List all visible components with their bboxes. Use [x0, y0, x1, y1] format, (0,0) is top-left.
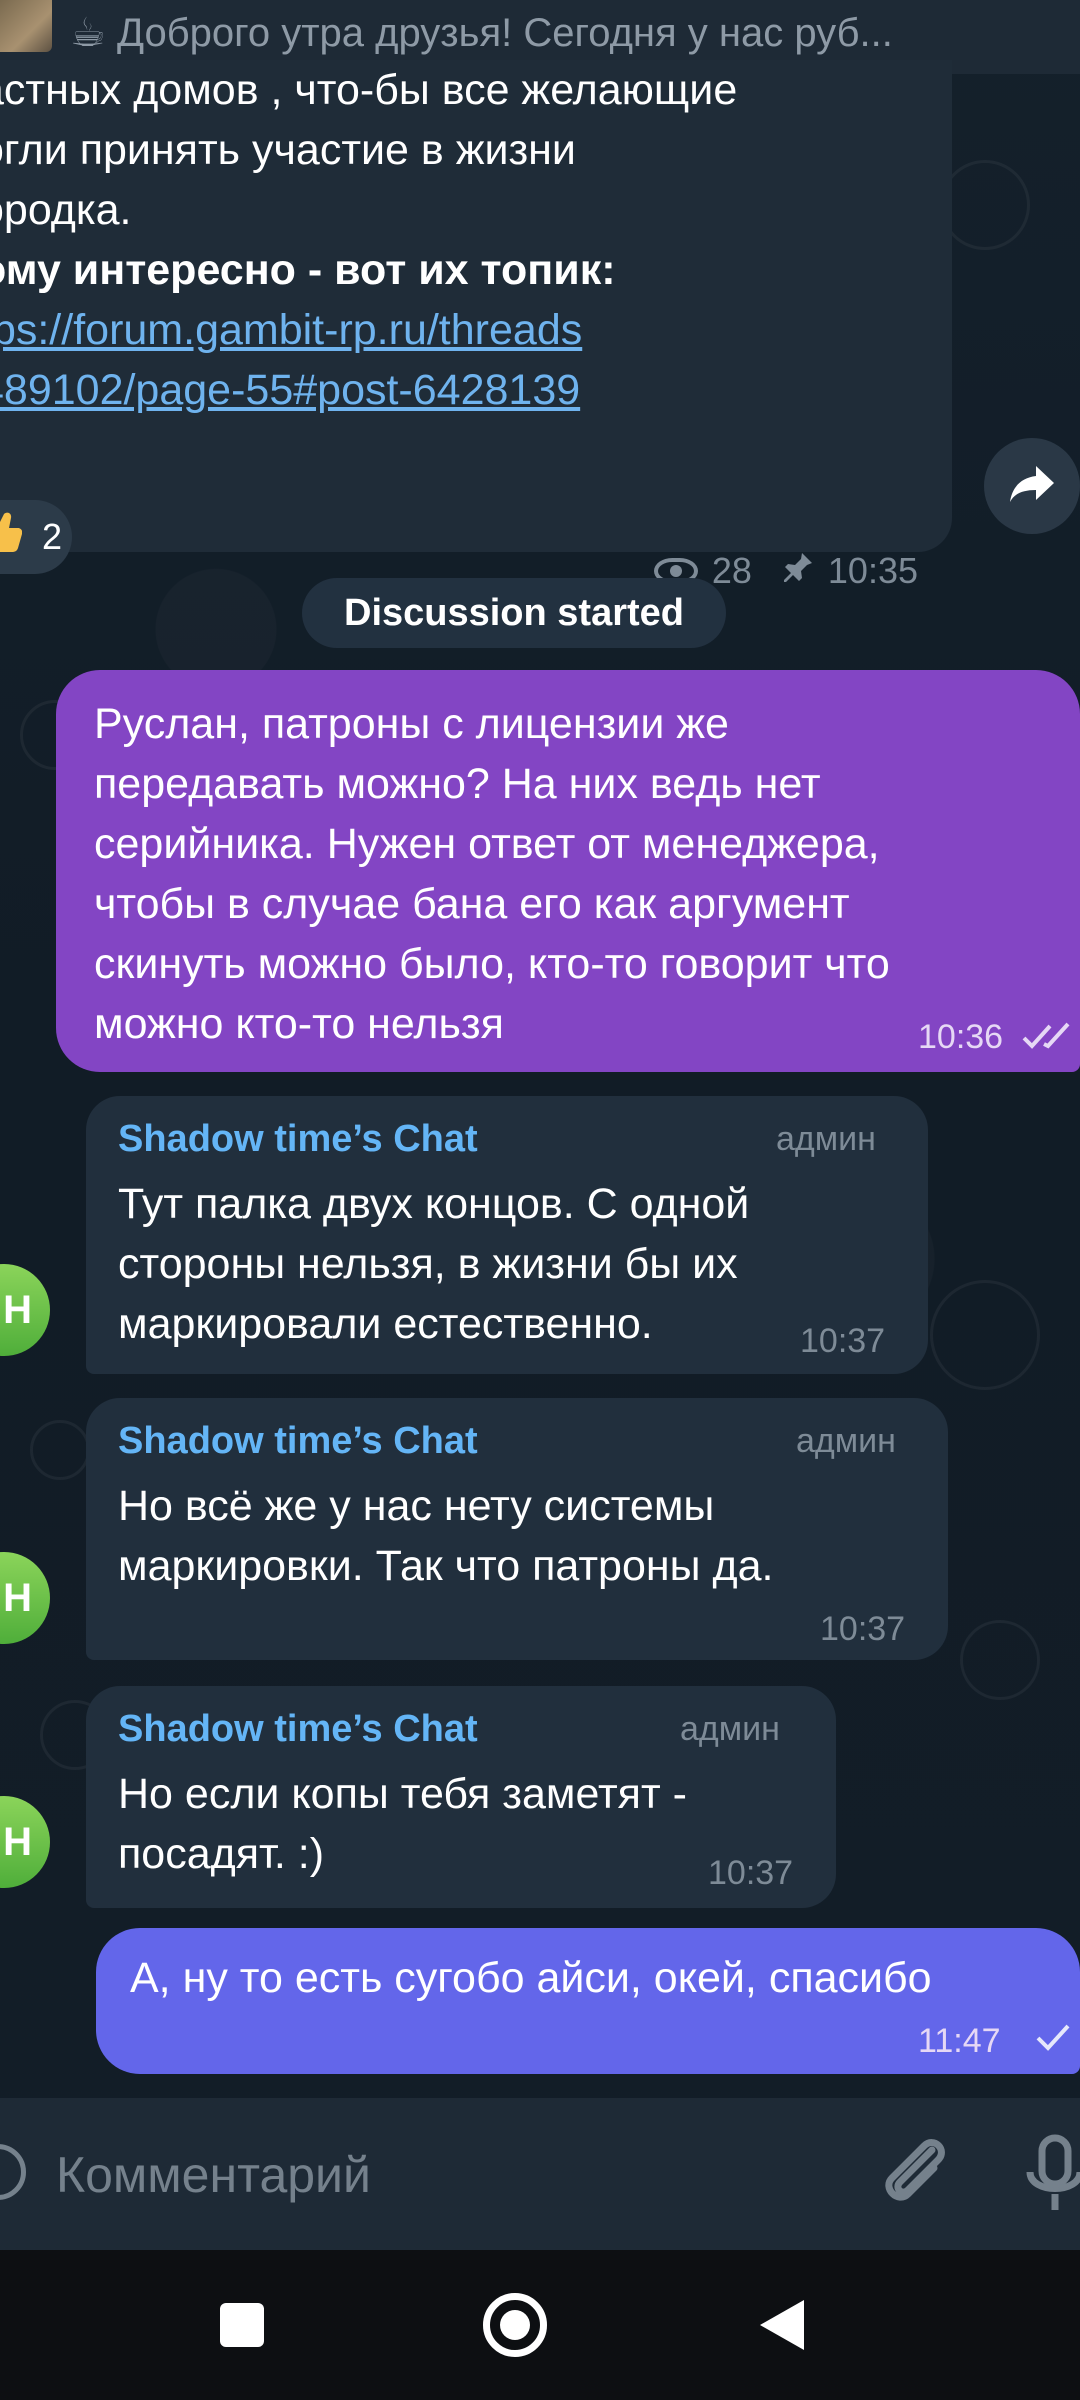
message-line: маркировки. Так что патроны да. — [118, 1542, 774, 1590]
service-message: Discussion started — [302, 578, 726, 648]
message-line: передавать можно? На них ведь нет — [94, 760, 821, 808]
post-time: 10:35 — [827, 550, 918, 591]
comment-input-bar: Комментарий — [0, 2098, 1080, 2250]
post-link[interactable]: 489102/page-55#post-6428139 — [0, 360, 580, 420]
message-line: посадят. :) — [118, 1830, 325, 1878]
attach-button[interactable] — [872, 2128, 962, 2218]
message-line: Руслан, патроны с лицензии же — [94, 700, 729, 748]
check-icon — [1036, 2024, 1070, 2057]
home-icon[interactable] — [483, 2293, 547, 2357]
incoming-message[interactable]: Shadow time’s Chat админ Но если копы те… — [86, 1686, 836, 1908]
sender-name[interactable]: Shadow time’s Chat — [118, 1118, 478, 1161]
message-line: серийника. Нужен ответ от менеджера, — [94, 820, 880, 868]
pin-icon — [783, 551, 814, 592]
sender-name[interactable]: Shadow time’s Chat — [118, 1708, 478, 1751]
reaction-chip[interactable]: 2 — [0, 500, 72, 574]
message-line: маркировали естественно. — [118, 1300, 653, 1348]
post-text-line: ородка. — [0, 186, 132, 234]
pinned-thumbnail — [0, 0, 52, 52]
back-icon[interactable] — [760, 2300, 804, 2350]
message-time: 10:37 — [820, 1610, 906, 1648]
message-line: Но всё же у нас нету системы — [118, 1482, 715, 1530]
sender-role: админ — [796, 1422, 896, 1460]
double-check-icon — [1022, 1022, 1076, 1055]
sender-name[interactable]: Shadow time’s Chat — [118, 1420, 478, 1463]
paperclip-icon — [872, 2139, 962, 2222]
share-button[interactable] — [984, 438, 1080, 534]
outgoing-message[interactable]: А, ну то есть сугобо айси, окей, спасибо… — [96, 1928, 1080, 2074]
message-line: Тут палка двух концов. С одной — [118, 1180, 750, 1228]
share-arrow-icon — [1008, 464, 1056, 509]
sender-role: админ — [776, 1120, 876, 1158]
post-text-line: астных домов , что-бы все желающие — [0, 66, 738, 114]
channel-post[interactable]: астных домов , что-бы все желающие огли … — [0, 60, 952, 591]
message-time: 10:37 — [800, 1322, 886, 1360]
sender-role: админ — [680, 1710, 780, 1748]
post-bold-line: ому интересно - вот их топик: — [0, 246, 616, 294]
message-text: А, ну то есть сугобо айси, окей, спасибо — [130, 1954, 932, 2002]
message-time: 10:37 — [708, 1854, 794, 1892]
post-link[interactable]: tps://forum.gambit-rp.ru/threads — [0, 300, 582, 360]
comment-input[interactable]: Комментарий — [56, 2146, 371, 2204]
emoji-icon[interactable] — [0, 2144, 26, 2200]
system-navigation-bar — [0, 2250, 1080, 2400]
microphone-button[interactable] — [1020, 2128, 1080, 2218]
message-line: чтобы в случае бана его как аргумент — [94, 880, 850, 928]
thumbs-up-icon — [0, 510, 23, 565]
view-count: 28 — [711, 550, 752, 591]
message-time: 10:36 — [918, 1018, 1004, 1056]
message-line: стороны нельзя, в жизни бы их — [118, 1240, 738, 1288]
incoming-message[interactable]: Shadow time’s Chat админ Тут палка двух … — [86, 1096, 928, 1374]
microphone-icon — [1020, 2134, 1080, 2222]
pinned-message-text: ☕ Доброго утра друзья! Сегодня у нас руб… — [70, 11, 893, 55]
message-line: можно кто-то нельзя — [94, 1000, 504, 1048]
message-line: Но если копы тебя заметят - — [118, 1770, 687, 1818]
message-line: скинуть можно было, кто-то говорит что — [94, 940, 890, 988]
reaction-count: 2 — [42, 516, 63, 557]
incoming-message[interactable]: Shadow time’s Chat админ Но всё же у нас… — [86, 1398, 948, 1660]
outgoing-message[interactable]: Руслан, патроны с лицензии же передавать… — [56, 670, 1080, 1072]
post-text-line: огли принять участие в жизни — [0, 126, 576, 174]
recents-icon[interactable] — [220, 2303, 264, 2347]
message-time: 11:47 — [918, 2022, 1001, 2060]
